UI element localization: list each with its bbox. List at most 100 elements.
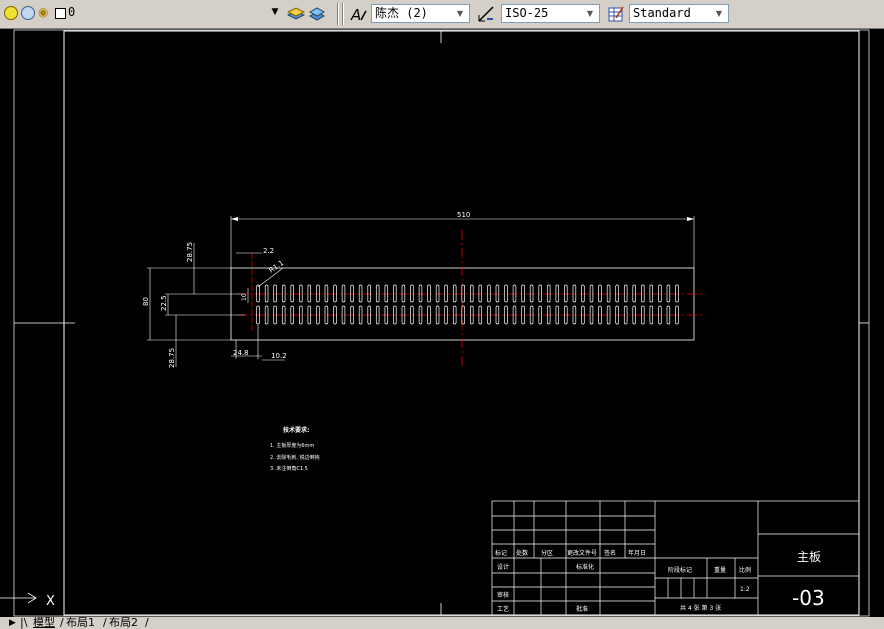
slot bbox=[555, 284, 560, 303]
tb-header-count: 处数 bbox=[516, 549, 528, 557]
table-style-dropdown[interactable]: Standard ▼ bbox=[629, 4, 729, 23]
slot bbox=[521, 305, 525, 325]
tb-row-check: 审核 bbox=[497, 591, 509, 599]
slot bbox=[666, 284, 671, 303]
dimension-style-icon[interactable] bbox=[477, 5, 495, 23]
slot bbox=[410, 284, 414, 303]
slot bbox=[675, 284, 679, 303]
properties-toolbar: ◉ 0 ▼ A 陈杰 (2) ▼ ISO-25 ▼ Standard ▼ bbox=[0, 0, 884, 29]
plate-outline bbox=[230, 267, 695, 341]
slot bbox=[273, 284, 277, 303]
slot bbox=[598, 284, 602, 303]
slot bbox=[546, 284, 551, 303]
slot bbox=[307, 284, 312, 303]
tb-header-change-doc: 更改文件号 bbox=[567, 549, 597, 557]
layer-on-icon[interactable] bbox=[4, 6, 18, 20]
slot bbox=[324, 284, 329, 303]
text-style-icon[interactable]: A bbox=[350, 5, 368, 24]
chevron-down-icon[interactable]: ▼ bbox=[712, 6, 726, 21]
slot bbox=[341, 284, 346, 303]
slot bbox=[538, 284, 542, 303]
table-style-icon[interactable] bbox=[607, 5, 625, 23]
tb-weight: 重量 bbox=[714, 566, 726, 574]
slot bbox=[444, 284, 448, 303]
dim-text-left-margin: 24.8 bbox=[233, 349, 249, 357]
slot bbox=[632, 284, 636, 303]
slot bbox=[316, 284, 320, 303]
slot bbox=[367, 284, 371, 303]
slot bbox=[641, 284, 645, 303]
slot bbox=[478, 284, 483, 303]
table-style-value: Standard bbox=[633, 6, 691, 20]
paper-border bbox=[13, 29, 870, 617]
ucs-icon bbox=[0, 592, 37, 604]
slot bbox=[358, 284, 363, 303]
layer-previous-icon[interactable] bbox=[308, 5, 326, 23]
tb-row-process: 工艺 bbox=[497, 605, 509, 613]
layer-lock-icon[interactable]: ◉ bbox=[38, 5, 50, 19]
slot bbox=[281, 284, 286, 303]
tab-separator: / bbox=[103, 616, 107, 629]
layer-manager-icon[interactable] bbox=[286, 5, 306, 23]
tab-layout1[interactable]: 布局1 bbox=[66, 617, 95, 629]
notes-title: 技术要求: bbox=[283, 426, 309, 434]
toolbar-separator bbox=[337, 3, 339, 25]
slot bbox=[658, 284, 662, 303]
dim-text-slot-row-spacing: 22.5 bbox=[160, 295, 168, 311]
tb-row-approve: 批准 bbox=[576, 605, 588, 613]
layer-dropdown[interactable]: 0 ▼ bbox=[52, 4, 284, 23]
chevron-down-icon[interactable]: ▼ bbox=[268, 5, 282, 20]
dimension-style-dropdown[interactable]: ISO-25 ▼ bbox=[501, 4, 600, 23]
slot bbox=[649, 284, 654, 303]
tb-header-zone: 分区 bbox=[541, 549, 553, 557]
slot bbox=[572, 284, 577, 303]
slot bbox=[427, 284, 431, 303]
slot bbox=[487, 284, 491, 303]
tab-layout2[interactable]: 布局2 bbox=[109, 617, 138, 629]
dimension-style-value: ISO-25 bbox=[505, 6, 549, 20]
slot bbox=[606, 284, 611, 303]
notes-item-1: 1. 主板厚度为6mm bbox=[270, 442, 314, 449]
layer-freeze-icon[interactable] bbox=[21, 6, 35, 20]
slot bbox=[452, 284, 457, 303]
dim-text-slot-height: 10 bbox=[241, 293, 248, 301]
slot bbox=[264, 284, 269, 303]
tab-separator: |\ bbox=[20, 616, 28, 629]
layout-tabs-bar: ▶ |\ 模型 / 布局1 / 布局2 / bbox=[0, 617, 884, 629]
slot bbox=[290, 284, 294, 303]
ucs-x-label: X bbox=[46, 594, 55, 609]
tab-separator: / bbox=[60, 616, 64, 629]
slot bbox=[564, 284, 568, 303]
tb-header-signature: 签名 bbox=[604, 549, 616, 557]
dim-text-bottom-offset: 28.75 bbox=[168, 348, 176, 368]
toolbar-separator bbox=[342, 3, 344, 25]
slot bbox=[333, 284, 337, 303]
tab-model[interactable]: 模型 bbox=[33, 617, 55, 629]
slot bbox=[495, 284, 500, 303]
slot bbox=[393, 284, 397, 303]
svg-text:A: A bbox=[350, 6, 361, 23]
chevron-down-icon[interactable]: ▼ bbox=[583, 6, 597, 21]
slot bbox=[401, 284, 406, 303]
tab-scroll-left-icon[interactable]: ▶ bbox=[9, 617, 16, 629]
slot bbox=[350, 284, 354, 303]
model-space-canvas[interactable]: 510 80 22.5 28.75 28.75 2.2 10 R1.1 24.8… bbox=[0, 29, 884, 617]
slot bbox=[418, 284, 423, 303]
dim-text-overall-width: 510 bbox=[457, 211, 470, 219]
slot bbox=[264, 305, 269, 325]
dim-text-top-offset: 28.75 bbox=[186, 242, 194, 262]
tb-drawing-number: -03 bbox=[792, 586, 825, 610]
chevron-down-icon[interactable]: ▼ bbox=[453, 6, 467, 21]
slot bbox=[615, 284, 619, 303]
text-style-value: 陈杰 (2) bbox=[375, 6, 428, 20]
tb-scale-value: 1:2 bbox=[740, 586, 750, 593]
tb-sheet-info: 共 4 张 第 3 张 bbox=[680, 604, 721, 612]
slot bbox=[341, 305, 346, 325]
tb-header-mark: 标记 bbox=[495, 549, 507, 557]
notes-item-3: 3. 未注倒角C1.5 bbox=[270, 465, 308, 472]
tab-separator: / bbox=[145, 616, 149, 629]
slot bbox=[589, 284, 594, 303]
slot bbox=[384, 284, 389, 303]
text-style-dropdown[interactable]: 陈杰 (2) ▼ bbox=[371, 4, 470, 23]
dim-text-total-height: 80 bbox=[142, 297, 150, 306]
